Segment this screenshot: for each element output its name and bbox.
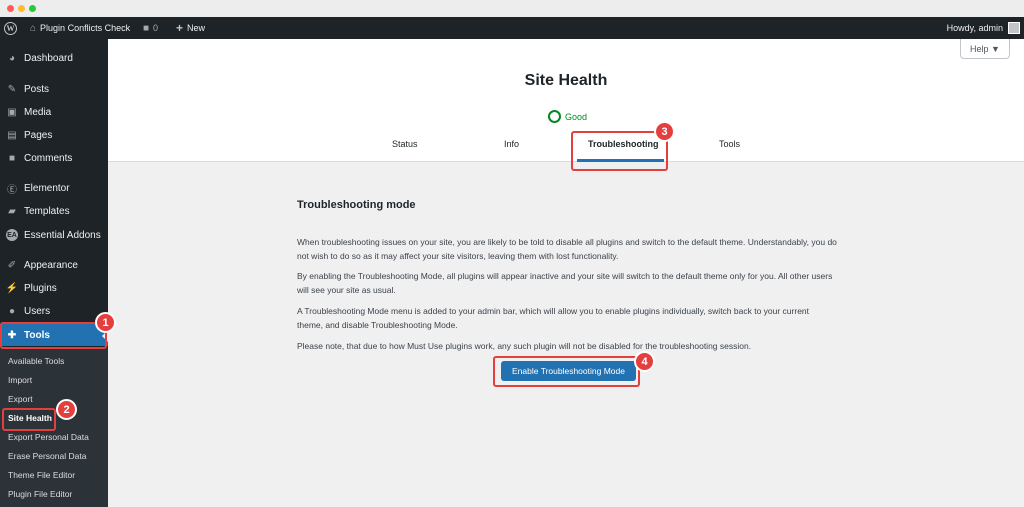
submenu-plugin-file-editor[interactable]: Plugin File Editor — [8, 489, 72, 499]
admin-sidebar: ◕ Dashboard ✎ Posts ▣ Media ▤ Pages ■ Co… — [0, 39, 108, 507]
sidebar-item-elementor[interactable]: Ⓔ Elementor — [0, 177, 108, 199]
sidebar-item-users[interactable]: ● Users — [0, 300, 108, 322]
home-icon: ⌂ — [30, 22, 37, 34]
help-button[interactable]: Help ▼ — [960, 39, 1010, 59]
minimize-window-button[interactable] — [18, 5, 25, 12]
health-status: Good — [548, 110, 587, 123]
comments-count: 0 — [153, 23, 159, 33]
site-name-link[interactable]: ⌂ Plugin Conflicts Check — [30, 17, 130, 39]
callout-badge-3: 3 — [654, 121, 675, 142]
sidebar-item-dashboard[interactable]: ◕ Dashboard — [0, 47, 108, 69]
sidebar-item-appearance[interactable]: ✐ Appearance — [0, 254, 108, 276]
callout-badge-2: 2 — [56, 399, 77, 420]
callout-box-troubleshooting-tab — [571, 131, 668, 171]
dashboard-icon: ◕ — [8, 52, 16, 64]
sidebar-item-label: Appearance — [24, 259, 78, 271]
submenu-export-personal-data[interactable]: Export Personal Data — [8, 432, 89, 442]
new-content-link[interactable]: + New — [176, 17, 205, 39]
window-titlebar — [0, 0, 1024, 17]
section-title: Troubleshooting mode — [297, 199, 416, 211]
intro-paragraph: When troubleshooting issues on your site… — [297, 237, 837, 261]
brush-icon: ✐ — [7, 259, 17, 271]
sidebar-item-label: Templates — [24, 205, 70, 217]
sidebar-item-plugins[interactable]: ⚡ Plugins — [0, 277, 108, 299]
browser-window: W ⌂ Plugin Conflicts Check ■ 0 + New How… — [0, 0, 1024, 507]
tab-tools[interactable]: Tools — [719, 139, 740, 149]
sidebar-item-essential-addons[interactable]: EA Essential Addons — [0, 224, 108, 246]
submenu-available-tools[interactable]: Available Tools — [8, 356, 64, 366]
maximize-window-button[interactable] — [29, 5, 36, 12]
sidebar-item-label: Media — [24, 106, 52, 118]
callout-box-enable-button — [493, 356, 640, 387]
sidebar-item-label: Users — [24, 305, 51, 317]
pages-icon: ▤ — [7, 129, 17, 141]
status-circle-icon — [548, 110, 561, 123]
callout-badge-4: 4 — [634, 351, 655, 372]
sidebar-item-label: Plugins — [24, 282, 57, 294]
close-window-button[interactable] — [7, 5, 14, 12]
pin-icon: ✎ — [7, 83, 17, 95]
elementor-icon: Ⓔ — [7, 184, 17, 196]
comment-icon: ■ — [8, 152, 16, 164]
plug-icon: ⚡ — [5, 282, 19, 294]
admin-bar: W ⌂ Plugin Conflicts Check ■ 0 + New How… — [0, 17, 1024, 39]
ea-icon: EA — [6, 229, 18, 241]
submenu-erase-personal-data[interactable]: Erase Personal Data — [8, 451, 86, 461]
sidebar-item-label: Elementor — [24, 182, 70, 194]
wordpress-icon: W — [4, 21, 17, 35]
media-icon: ▣ — [7, 106, 17, 118]
tab-info[interactable]: Info — [504, 139, 519, 149]
sidebar-item-pages[interactable]: ▤ Pages — [0, 124, 108, 146]
submenu-theme-file-editor[interactable]: Theme File Editor — [8, 470, 75, 480]
site-name-label: Plugin Conflicts Check — [40, 23, 131, 33]
avatar — [1008, 22, 1020, 34]
status-label: Good — [565, 111, 588, 122]
sidebar-item-label: Dashboard — [24, 52, 73, 64]
sidebar-item-label: Posts — [24, 83, 50, 95]
new-label: New — [187, 23, 206, 33]
sidebar-item-label: Comments — [24, 152, 73, 164]
howdy-label: Howdy, admin — [946, 23, 1003, 33]
callout-box-site-health — [2, 408, 56, 431]
sidebar-item-templates[interactable]: ▰ Templates — [0, 200, 108, 222]
callout-badge-1: 1 — [95, 312, 116, 333]
sidebar-item-media[interactable]: ▣ Media — [0, 101, 108, 123]
page-title: Site Health — [524, 72, 608, 89]
troubleshooting-panel: Troubleshooting mode When troubleshootin… — [108, 162, 1024, 507]
folder-icon: ▰ — [8, 205, 16, 217]
menu-paragraph: A Troubleshooting Mode menu is added to … — [297, 306, 810, 330]
must-use-paragraph: Please note, that due to how Must Use pl… — [297, 341, 752, 351]
callout-box-tools — [0, 322, 107, 349]
comment-bubble-icon: ■ — [143, 22, 150, 34]
mode-paragraph: By enabling the Troubleshooting Mode, al… — [297, 271, 833, 295]
sidebar-item-comments[interactable]: ■ Comments — [0, 147, 108, 169]
site-health-header: Help ▼ Site Health Good Status Info Trou… — [108, 39, 1024, 162]
tab-status[interactable]: Status — [392, 139, 418, 149]
sidebar-item-posts[interactable]: ✎ Posts — [0, 78, 108, 100]
sidebar-item-label: Pages — [24, 129, 53, 141]
comments-link[interactable]: ■ 0 — [143, 17, 158, 39]
account-menu[interactable]: Howdy, admin — [947, 17, 1020, 39]
user-icon: ● — [8, 305, 16, 317]
plus-icon: + — [176, 21, 184, 35]
submenu-export[interactable]: Export — [8, 394, 33, 404]
sidebar-item-label: Essential Addons — [24, 229, 101, 241]
submenu-import[interactable]: Import — [8, 375, 32, 385]
wordpress-logo-button[interactable]: W — [4, 17, 20, 39]
